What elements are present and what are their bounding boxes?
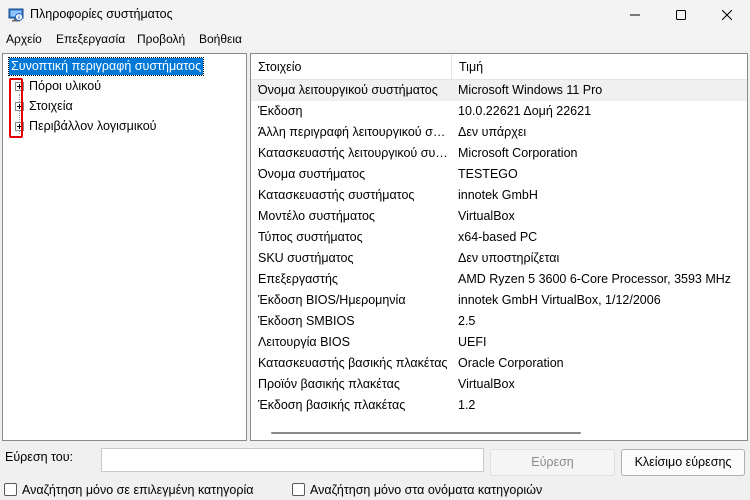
row-value-cell: VirtualBox xyxy=(458,209,515,223)
table-row[interactable]: Λειτουργία BIOS UEFI xyxy=(251,332,747,353)
row-value-cell: innotek GmbH VirtualBox, 1/12/2006 xyxy=(458,293,661,307)
row-value-cell: innotek GmbH xyxy=(458,188,538,202)
column-header-item[interactable]: Στοιχείο xyxy=(251,54,451,80)
close-icon xyxy=(722,10,732,20)
table-row[interactable]: Έκδοση βασικής πλακέτας 1.2 xyxy=(251,395,747,416)
row-value-cell: 2.5 xyxy=(458,314,476,328)
table-row[interactable]: SKU συστήματος Δεν υποστηρίζεται xyxy=(251,248,747,269)
row-item-cell: Έκδοση xyxy=(258,104,303,118)
tree-item-label: Στοιχεία xyxy=(29,99,73,113)
menu-file[interactable]: Αρχείο xyxy=(6,32,42,46)
table-row[interactable]: Προϊόν βασικής πλακέτας VirtualBox xyxy=(251,374,747,395)
row-value-cell: 10.0.22621 Δομή 22621 xyxy=(458,104,592,118)
row-item-cell: Προϊόν βασικής πλακέτας xyxy=(258,377,400,391)
menu-view[interactable]: Προβολή xyxy=(137,32,185,46)
tree-item-system-summary[interactable]: Συνοπτική περιγραφή συστήματος xyxy=(7,57,205,76)
table-row[interactable]: Έκδοση SMBIOS 2.5 xyxy=(251,311,747,332)
row-value-cell: AMD Ryzen 5 3600 6-Core Processor, 3593 … xyxy=(458,272,732,286)
table-row[interactable]: Έκδοση BIOS/Ημερομηνία innotek GmbH Virtu… xyxy=(251,290,747,311)
row-value-cell: Δεν υποστηρίζεται xyxy=(458,251,560,265)
row-value-cell: Δεν υπάρχει xyxy=(458,125,527,139)
row-item-cell: Όνομα λειτουργικού συστήματος xyxy=(258,83,438,97)
row-item-cell: Όνομα συστήματος xyxy=(258,167,366,181)
row-item-cell: Τύπος συστήματος xyxy=(258,230,363,244)
row-value-cell: Oracle Corporation xyxy=(458,356,564,370)
tree-item-label: Πόροι υλικού xyxy=(29,79,102,93)
system-information-icon xyxy=(8,8,24,22)
row-item-cell: Κατασκευαστής λειτουργικού συστήματος xyxy=(258,146,448,160)
row-item-cell: Μοντέλο συστήματος xyxy=(258,209,375,223)
table-row[interactable]: Όνομα λειτουργικού συστήματος Microsoft W… xyxy=(251,80,747,101)
table-row[interactable]: Μοντέλο συστήματος VirtualBox xyxy=(251,206,747,227)
row-item-cell: Άλλη περιγραφή λειτουργικού συστήματος xyxy=(258,125,448,139)
find-button[interactable]: Εύρεση xyxy=(490,449,615,476)
highlight-annotation xyxy=(9,78,23,138)
row-value-cell: VirtualBox xyxy=(458,377,515,391)
scrollbar-thumb[interactable] xyxy=(271,432,581,434)
checkbox-label: Αναζήτηση μόνο σε επιλεγμένη κατηγορία xyxy=(22,483,254,497)
row-item-cell: Κατασκευαστής βασικής πλακέτας xyxy=(258,356,448,370)
details-list[interactable]: Στοιχείο Τιμή Όνομα λειτουργικού συστήμα… xyxy=(250,53,748,441)
table-row[interactable]: Κατασκευαστής λειτουργικού συστήματος Mic… xyxy=(251,143,747,164)
table-row[interactable]: Κατασκευαστής συστήματος innotek GmbH xyxy=(251,185,747,206)
checkbox-box[interactable] xyxy=(4,483,17,496)
table-row[interactable]: Έκδοση 10.0.22621 Δομή 22621 xyxy=(251,101,747,122)
row-value-cell: Microsoft Windows 11 Pro xyxy=(458,83,603,97)
window-title: Πληροφορίες συστήματος xyxy=(30,7,173,21)
table-row[interactable]: Όνομα συστήματος TESTEGO xyxy=(251,164,747,185)
row-value-cell: x64-based PC xyxy=(458,230,538,244)
list-rows: Όνομα λειτουργικού συστήματος Microsoft W… xyxy=(251,80,747,416)
table-row[interactable]: Επεξεργαστής AMD Ryzen 5 3600 6-Core Proc… xyxy=(251,269,747,290)
row-value-cell: Microsoft Corporation xyxy=(458,146,578,160)
title-bar: Πληροφορίες συστήματος xyxy=(0,0,750,30)
menu-help[interactable]: Βοήθεια xyxy=(199,32,242,46)
minimize-icon xyxy=(630,14,640,16)
row-item-cell: Έκδοση BIOS/Ημερομηνία xyxy=(258,293,406,307)
table-row[interactable]: Κατασκευαστής βασικής πλακέτας Oracle Cor… xyxy=(251,353,747,374)
table-row[interactable]: Τύπος συστήματος x64-based PC xyxy=(251,227,747,248)
maximize-button[interactable] xyxy=(658,0,704,30)
row-item-cell: Έκδοση βασικής πλακέτας xyxy=(258,398,406,412)
minimize-button[interactable] xyxy=(612,0,658,30)
horizontal-scrollbar[interactable] xyxy=(251,426,747,440)
checkbox-label: Αναζήτηση μόνο στα ονόματα κατηγοριών xyxy=(310,483,543,497)
find-label: Εύρεση του: xyxy=(5,450,74,464)
row-item-cell: Λειτουργία BIOS xyxy=(258,335,350,349)
row-item-cell: Επεξεργαστής xyxy=(258,272,338,286)
row-item-cell: SKU συστήματος xyxy=(258,251,354,265)
checkbox-box[interactable] xyxy=(292,483,305,496)
row-item-cell: Κατασκευαστής συστήματος xyxy=(258,188,415,202)
category-tree[interactable]: Συνοπτική περιγραφή συστήματος Πόροι υλι… xyxy=(2,53,247,441)
table-row[interactable]: Άλλη περιγραφή λειτουργικού συστήματος Δε… xyxy=(251,122,747,143)
maximize-icon xyxy=(676,10,686,20)
row-value-cell: UEFI xyxy=(458,335,487,349)
column-header-value[interactable]: Τιμή xyxy=(452,54,747,80)
tree-item-label: Περιβάλλον λογισμικού xyxy=(29,119,157,133)
close-find-button[interactable]: Κλείσιμο εύρεσης xyxy=(621,449,745,476)
menu-bar: Αρχείο Επεξεργασία Προβολή Βοήθεια xyxy=(0,30,750,50)
row-item-cell: Έκδοση SMBIOS xyxy=(258,314,355,328)
row-value-cell: TESTEGO xyxy=(458,167,518,181)
find-input[interactable] xyxy=(101,448,484,472)
close-button[interactable] xyxy=(704,0,750,30)
menu-edit[interactable]: Επεξεργασία xyxy=(56,32,125,46)
row-value-cell: 1.2 xyxy=(458,398,476,412)
